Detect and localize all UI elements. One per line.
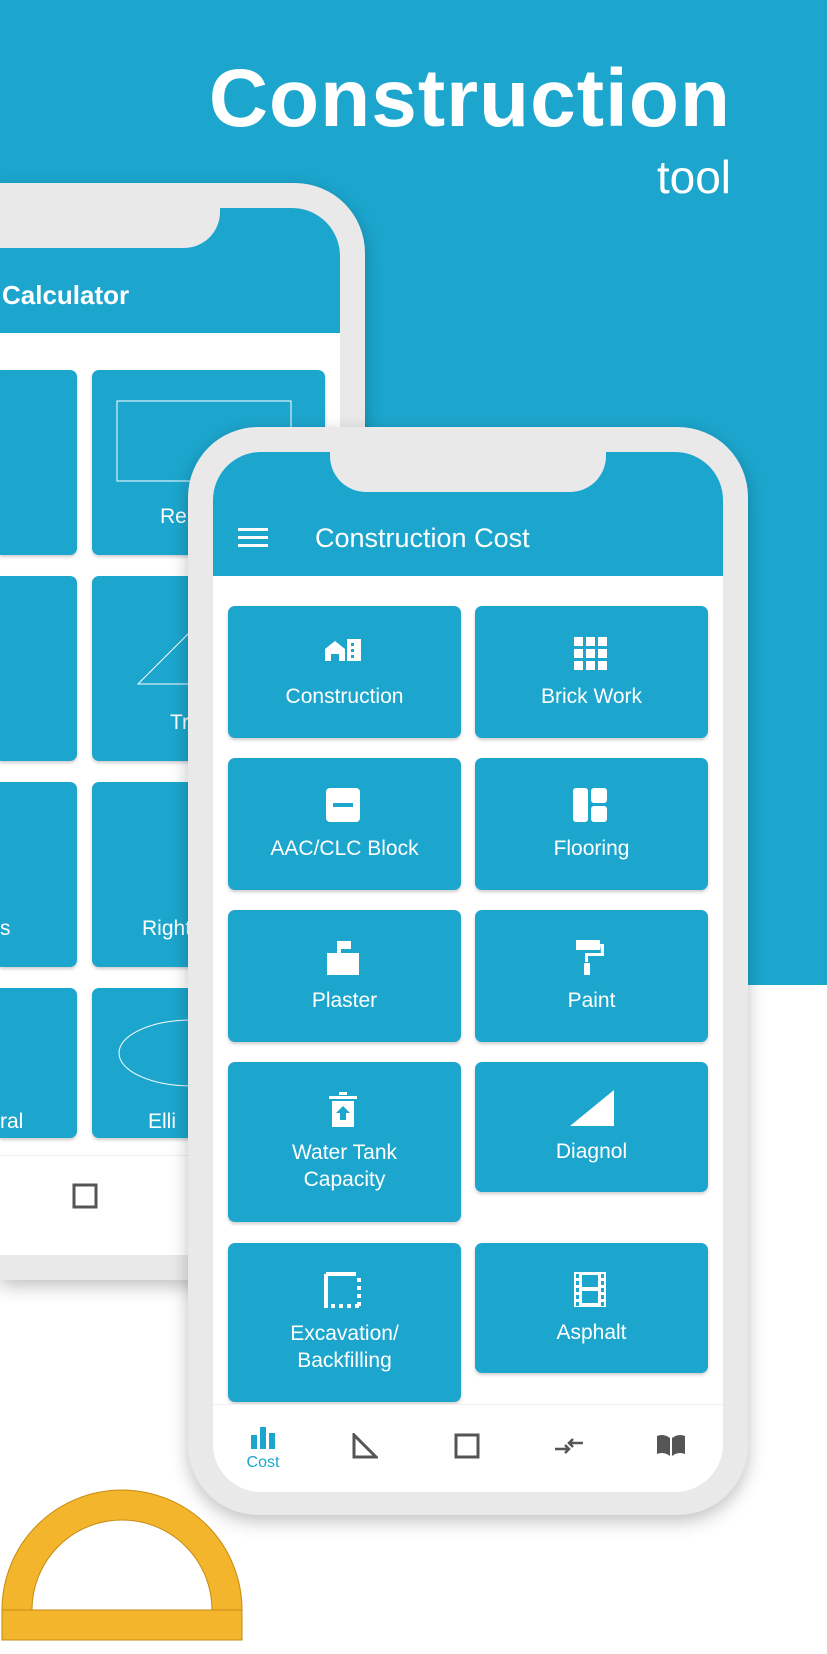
tile-water-tank-capacity[interactable]: Water Tank Capacity <box>228 1062 461 1222</box>
convert-arrows-icon <box>555 1438 583 1454</box>
tile-label: Elli <box>148 1110 177 1133</box>
tile-label: Diagnol <box>555 1139 628 1163</box>
tile-label: Re <box>160 505 187 528</box>
tile[interactable] <box>0 370 77 555</box>
book-icon <box>657 1434 685 1456</box>
tile[interactable] <box>0 576 77 761</box>
tile-label: ral <box>0 1110 24 1133</box>
tile-label: Asphalt <box>556 1320 627 1344</box>
nav-book[interactable] <box>641 1433 701 1462</box>
page-title: Calculator <box>2 280 130 310</box>
tile-label: Paint <box>567 988 616 1012</box>
plaster-icon <box>326 940 359 975</box>
tile-flooring[interactable]: Flooring <box>475 758 708 890</box>
square-icon[interactable] <box>72 1183 98 1209</box>
tile-brick-work[interactable]: Brick Work <box>475 606 708 738</box>
block-icon <box>325 787 360 822</box>
excavation-icon <box>323 1271 361 1308</box>
nav-convert[interactable] <box>539 1435 599 1462</box>
front-phone: Construction Cost Construction Brick Work… <box>188 427 748 1515</box>
tile-label: s <box>0 917 11 940</box>
page-title: Construction Cost <box>315 523 530 553</box>
tile-paint[interactable]: Paint <box>475 910 708 1042</box>
building-icon <box>324 638 361 661</box>
tile-asphalt[interactable]: Asphalt <box>475 1243 708 1373</box>
square-icon <box>454 1433 480 1459</box>
tile-label: Flooring <box>553 836 630 860</box>
tile-construction[interactable]: Construction <box>228 606 461 738</box>
tile-excavation-backfilling[interactable]: Excavation/ Backfilling <box>228 1243 461 1402</box>
tile[interactable]: s <box>0 782 77 967</box>
tile-label: Right <box>142 917 192 940</box>
hero-subtitle: tool <box>656 151 731 203</box>
bottom-nav: Cost <box>213 1404 723 1492</box>
tile-label: Brick Work <box>540 684 643 708</box>
tile[interactable]: ral <box>0 988 77 1138</box>
app-header: Calculator <box>0 208 340 333</box>
hero-title: Construction <box>208 53 731 144</box>
tile-plaster[interactable]: Plaster <box>228 910 461 1042</box>
tile-label: Water Tank Capacity <box>291 1141 398 1191</box>
tile-label: Construction <box>285 684 404 708</box>
tile-label: Plaster <box>311 988 378 1012</box>
front-phone-screen: Construction Cost Construction Brick Work… <box>213 452 723 1492</box>
set-square-icon <box>352 1431 380 1459</box>
tile-diagnol[interactable]: Diagnol <box>475 1062 708 1192</box>
notch <box>0 208 220 248</box>
paint-roller-icon <box>575 939 604 975</box>
grid-icon <box>573 636 607 670</box>
nav-square[interactable] <box>437 1433 497 1464</box>
menu-icon[interactable] <box>238 527 268 549</box>
flooring-icon <box>572 787 607 822</box>
film-icon <box>573 1271 606 1307</box>
app-header: Construction Cost <box>213 452 723 576</box>
tile-label: AAC/CLC Block <box>270 836 419 860</box>
tile-label: Excavation/ Backfilling <box>290 1321 399 1372</box>
tile-aac-clc-block[interactable]: AAC/CLC Block <box>228 758 461 890</box>
protractor-image <box>1 1489 243 1641</box>
nav-set-square[interactable] <box>335 1431 395 1464</box>
notch <box>330 452 606 492</box>
triangle-icon <box>569 1089 614 1126</box>
tile-label: Tr <box>170 711 190 734</box>
bar-chart-icon <box>251 1427 275 1449</box>
water-tank-icon <box>328 1092 357 1127</box>
